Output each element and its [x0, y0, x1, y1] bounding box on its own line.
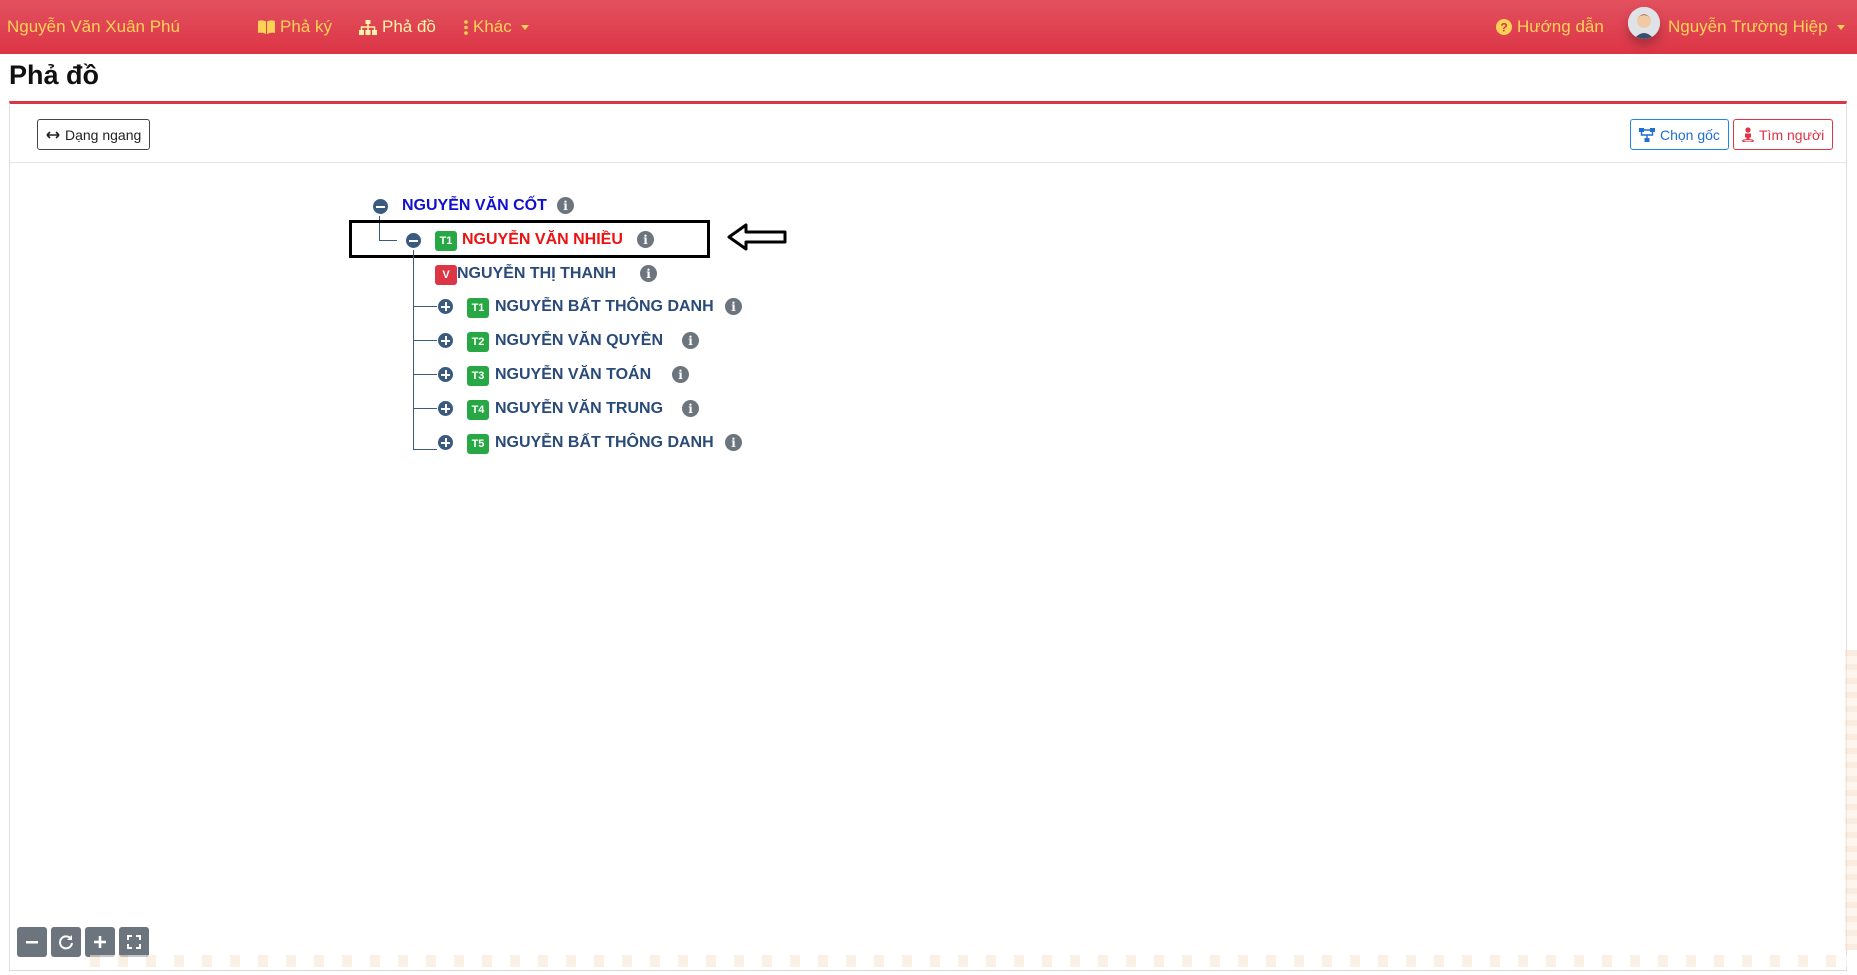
- nav-khac-label: Khác: [473, 17, 512, 36]
- minus-icon: [26, 941, 38, 944]
- spouse-badge: V: [435, 265, 457, 285]
- person-name[interactable]: NGUYỄN VĂN QUYỀN: [495, 332, 663, 350]
- nav-pha-do-label: Phả đồ: [382, 17, 436, 36]
- user-avatar[interactable]: [1628, 7, 1660, 39]
- spouse-name[interactable]: NGUYỄN THỊ THANH: [457, 265, 616, 283]
- tree-connector: [413, 408, 437, 409]
- tree-connector: [413, 449, 437, 450]
- top-navbar: Nguyễn Văn Xuân Phú Phả ký Phả đồ Khác ?…: [0, 0, 1857, 54]
- generation-badge: T1: [467, 298, 489, 318]
- refresh-icon: [59, 935, 73, 950]
- help-link[interactable]: ? Hướng dẫn: [1496, 17, 1604, 37]
- expand-icon: [127, 935, 141, 949]
- info-icon[interactable]: i: [682, 332, 699, 349]
- collapse-toggle-child[interactable]: [406, 233, 421, 248]
- user-name: Nguyễn Trường Hiệp: [1668, 17, 1828, 36]
- expand-toggle[interactable]: [438, 401, 453, 416]
- help-label: Hướng dẫn: [1517, 17, 1604, 36]
- caret-down-icon: [520, 24, 529, 30]
- question-circle-icon: ?: [1496, 19, 1512, 35]
- sitemap-icon: [359, 19, 377, 35]
- nav-pha-ky-label: Phả ký: [280, 17, 332, 36]
- generation-badge: T3: [467, 366, 489, 386]
- person-name[interactable]: NGUYỄN VĂN TOÁN: [495, 366, 651, 384]
- arrow-left-annotation-icon: [727, 223, 787, 251]
- selected-person-name[interactable]: NGUYỄN VĂN NHIỀU: [462, 231, 623, 249]
- info-icon[interactable]: i: [637, 231, 654, 248]
- info-icon[interactable]: i: [682, 400, 699, 417]
- user-face-icon: [1628, 7, 1660, 39]
- info-icon[interactable]: i: [672, 366, 689, 383]
- family-tree: NGUYỄN VĂN CỐT i T1 NGUYỄN VĂN NHIỀU i V…: [10, 104, 1846, 970]
- tree-connector: [413, 340, 437, 341]
- zoom-out-button[interactable]: [17, 927, 47, 957]
- family-tree-card: Dạng ngang Chọn gốc Tìm người NGUYỄN VĂN…: [9, 101, 1847, 971]
- generation-badge: T5: [467, 434, 489, 454]
- info-icon[interactable]: i: [725, 434, 742, 451]
- collapse-toggle-root[interactable]: [373, 199, 388, 214]
- nav-khac-dropdown[interactable]: Khác: [464, 17, 529, 37]
- background-decoration: [1845, 650, 1857, 950]
- reset-zoom-button[interactable]: [51, 927, 81, 957]
- generation-badge: T2: [467, 332, 489, 352]
- svg-text:?: ?: [1500, 21, 1507, 35]
- tree-connector: [413, 250, 414, 449]
- info-icon[interactable]: i: [725, 298, 742, 315]
- person-name[interactable]: NGUYỄN VĂN TRUNG: [495, 400, 663, 418]
- tree-connector: [413, 306, 437, 307]
- root-person-name[interactable]: NGUYỄN VĂN CỐT: [402, 197, 547, 215]
- info-icon[interactable]: i: [557, 197, 574, 214]
- expand-toggle[interactable]: [438, 299, 453, 314]
- zoom-in-button[interactable]: [85, 927, 115, 957]
- page-title: Phả đồ: [9, 60, 100, 90]
- person-name[interactable]: NGUYỄN BẤT THÔNG DANH: [495, 434, 714, 452]
- user-menu[interactable]: Nguyễn Trường Hiệp: [1668, 17, 1845, 37]
- generation-badge: T4: [467, 400, 489, 420]
- ellipsis-vertical-icon: [464, 19, 468, 35]
- brand-link[interactable]: Nguyễn Văn Xuân Phú: [7, 17, 180, 37]
- person-name[interactable]: NGUYỄN BẤT THÔNG DANH: [495, 298, 714, 316]
- nav-pha-ky[interactable]: Phả ký: [258, 17, 332, 37]
- tree-connector: [413, 374, 437, 375]
- expand-toggle[interactable]: [438, 367, 453, 382]
- expand-toggle[interactable]: [438, 435, 453, 450]
- book-open-icon: [258, 20, 275, 34]
- fullscreen-button[interactable]: [119, 927, 149, 957]
- plus-icon: [94, 936, 106, 948]
- info-icon[interactable]: i: [640, 265, 657, 282]
- expand-toggle[interactable]: [438, 333, 453, 348]
- nav-pha-do[interactable]: Phả đồ: [359, 17, 436, 37]
- caret-down-icon: [1836, 24, 1845, 30]
- background-decoration: [90, 955, 1850, 967]
- generation-badge: T1: [435, 231, 457, 251]
